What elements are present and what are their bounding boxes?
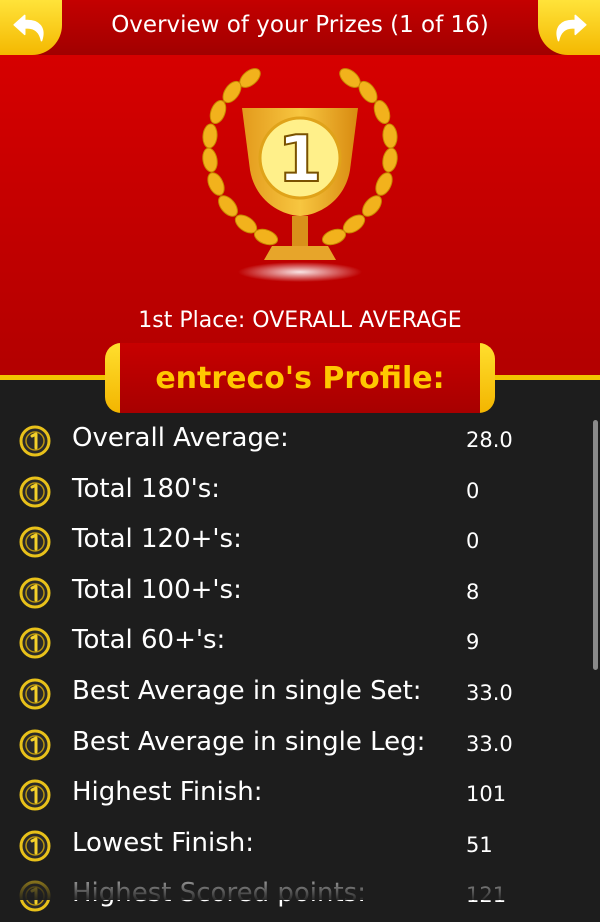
scrollbar[interactable] — [593, 420, 598, 670]
stat-row: Highest Finish: 101 — [0, 771, 590, 821]
stat-value: 28.0 — [466, 428, 513, 452]
coin-icon — [19, 425, 51, 457]
undo-arrow-icon — [13, 14, 44, 41]
redo-arrow-icon — [556, 14, 587, 41]
stat-value: 0 — [466, 478, 480, 503]
stat-value: 51 — [466, 832, 493, 857]
stat-row: Total 100+'s: 8 — [0, 569, 590, 619]
coin-icon — [19, 476, 51, 508]
stat-row: Total 60+'s: 9 — [0, 619, 590, 669]
profile-banner-inner: entreco's Profile: — [120, 343, 480, 413]
coin-icon — [19, 779, 51, 811]
stat-row: Total 180's: 0 — [0, 468, 590, 518]
next-prize-button[interactable] — [538, 0, 600, 55]
stat-value: 0 — [466, 529, 480, 554]
rank-digit: 1 — [278, 123, 323, 197]
stat-value: 9 — [466, 630, 480, 655]
stat-label: Lowest Finish: — [72, 827, 254, 858]
coin-icon — [19, 678, 51, 710]
coin-icon — [19, 577, 51, 609]
stat-label: Total 180's: — [72, 473, 221, 504]
page-title: Overview of your Prizes (1 of 16) — [111, 12, 489, 38]
coin-icon — [19, 729, 51, 761]
list-fade — [0, 870, 600, 900]
stat-label: Total 120+'s: — [72, 524, 242, 555]
trophy-icon: 1 — [202, 68, 398, 282]
stat-row: Total 120+'s: 0 — [0, 518, 590, 568]
profile-heading: entreco's Profile: — [155, 360, 445, 396]
coin-icon — [19, 526, 51, 558]
stat-row: Lowest Finish: 51 — [0, 822, 590, 872]
stat-label: Best Average in single Set: — [72, 676, 422, 706]
stat-row: Best Average in single Leg: 33.0 — [0, 721, 590, 771]
stat-value: 33.0 — [466, 731, 513, 756]
coin-icon — [19, 830, 51, 862]
stat-label: Best Average in single Leg: — [72, 726, 426, 757]
stat-value: 8 — [466, 579, 480, 604]
stat-label: Highest Finish: — [72, 777, 263, 808]
coin-icon — [19, 627, 51, 659]
stat-row: Overall Average: 28.0 — [0, 417, 590, 467]
stat-label: Overall Average: — [72, 423, 289, 453]
stat-label: Total 60+'s: — [72, 625, 226, 656]
prize-caption: 1st Place: OVERALL AVERAGE — [138, 308, 462, 333]
stat-value: 101 — [466, 782, 507, 807]
stat-value: 33.0 — [466, 681, 513, 705]
stat-label: Total 100+'s: — [72, 574, 242, 605]
stat-row: Best Average in single Set: 33.0 — [0, 670, 590, 720]
